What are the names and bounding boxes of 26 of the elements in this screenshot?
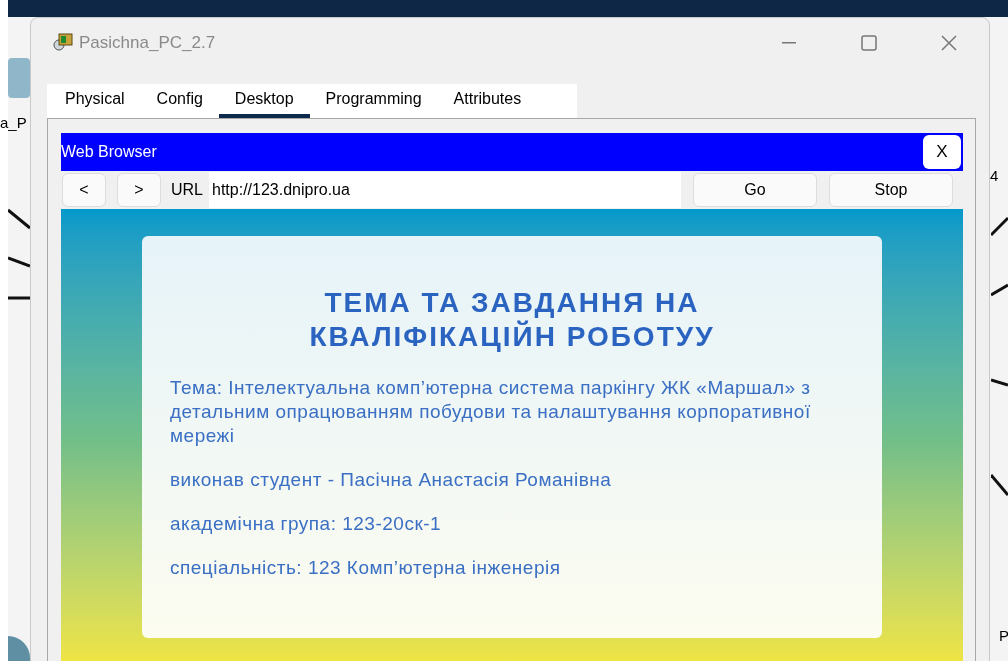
tab[interactable]: Programming (309, 84, 438, 118)
maximize-icon (861, 35, 877, 51)
tab[interactable]: Attributes (437, 84, 538, 118)
page-heading: ТЕМА ТА ЗАВДАННЯ НА КВАЛІФІКАЦІЙН РОБОТУУ (308, 286, 716, 354)
page-paragraph: Тема: Інтелектуальна комп’ютерна система паркінгу ЖК «Маршал» з детальним опрацюванням побудови та налаштування корпоративної мережі (170, 376, 812, 448)
page-paragraph: академічна група: 123-20ск-1 (170, 512, 443, 536)
window-title: Pasichna_PC_2.7 (79, 32, 216, 55)
device-icon (8, 636, 30, 661)
tab[interactable]: Physical (49, 84, 141, 118)
back-button[interactable]: < (62, 173, 106, 207)
device-label: 4 (990, 166, 999, 186)
device-label: a_P (0, 113, 27, 133)
url-field[interactable]: http://123.dnipro.ua (209, 172, 681, 208)
page-paragraph: спеціальність: 123 Комп’ютерна інженерія (170, 556, 562, 580)
page-paragraph: виконав студент - Пасічна Анастасія Романівна (170, 468, 613, 492)
stop-button[interactable]: Stop (829, 173, 953, 207)
device-icon (8, 58, 30, 98)
minimize-icon (782, 42, 796, 44)
go-button[interactable]: Go (693, 173, 817, 207)
close-icon (941, 35, 957, 51)
browser-title: Web Browser (61, 142, 157, 162)
forward-button[interactable]: > (117, 173, 161, 207)
browser-close-button[interactable]: X (923, 135, 961, 169)
url-label: URL (171, 180, 203, 200)
tab[interactable]: Config (140, 84, 219, 118)
device-label: P (999, 626, 1008, 646)
